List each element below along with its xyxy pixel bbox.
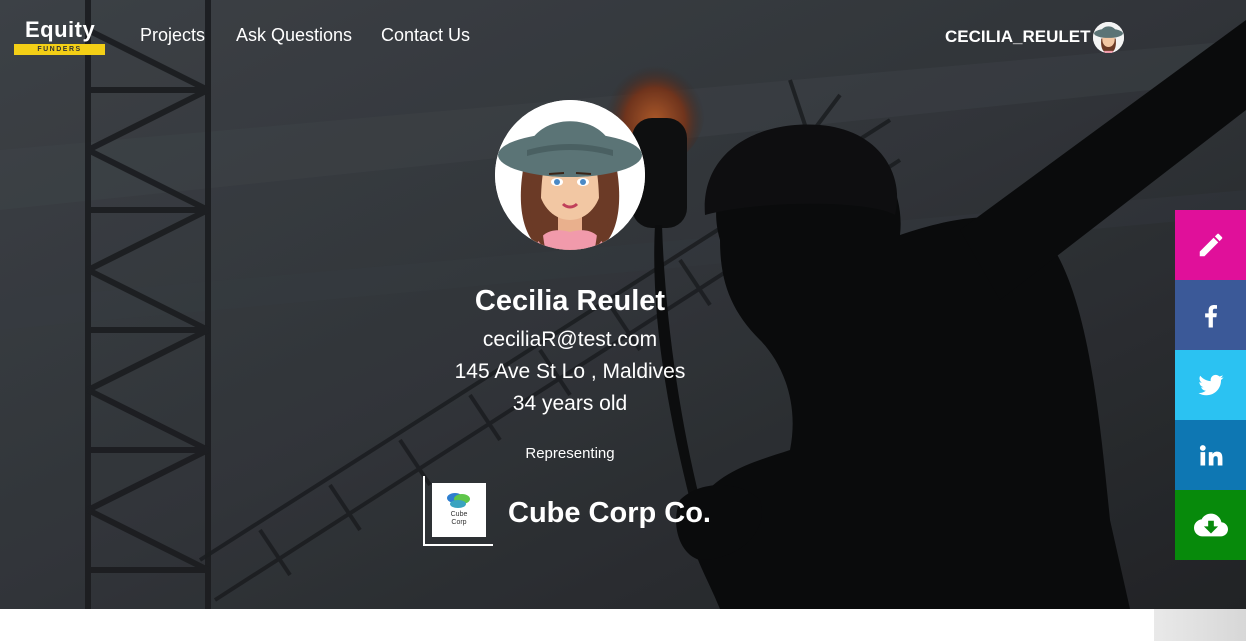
user-avatar[interactable]	[1093, 22, 1124, 53]
linkedin-icon	[1199, 445, 1222, 466]
logo-text: Equity	[25, 17, 96, 42]
download-button[interactable]	[1175, 490, 1246, 560]
nav-link-ask-questions[interactable]: Ask Questions	[236, 24, 352, 46]
nav-link-contact-us[interactable]: Contact Us	[381, 24, 470, 46]
profile-name: Cecilia Reulet	[474, 285, 666, 317]
logo-subtext: FUNDERS	[14, 44, 105, 55]
company-card[interactable]: Cube Corp Cube Corp Co.	[423, 476, 723, 546]
profile-email: ceciliaR@test.com	[482, 328, 658, 351]
nav-link-projects[interactable]: Projects	[140, 24, 205, 46]
profile-address: 145 Ave St Lo , Maldives	[454, 360, 686, 383]
linkedin-share-button[interactable]	[1175, 420, 1246, 490]
user-menu-name[interactable]: CECILIA_REULET	[945, 26, 1090, 48]
svg-text:Cube: Cube	[451, 511, 468, 518]
pencil-icon	[1199, 233, 1222, 257]
company-logo: Cube Corp	[432, 483, 486, 537]
edit-profile-button[interactable]	[1175, 210, 1246, 280]
svg-text:Corp: Corp	[451, 519, 466, 526]
user-avatar-image	[1093, 22, 1124, 53]
cube-corp-logo-icon: Cube Corp	[432, 483, 486, 537]
content-area-top	[0, 609, 1246, 641]
facebook-share-button[interactable]	[1175, 280, 1246, 350]
profile-avatar-image	[495, 100, 645, 250]
equity-funders-logo[interactable]: Equity FUNDERS	[14, 17, 106, 55]
representing-label: Representing	[525, 445, 615, 462]
company-name: Cube Corp Co.	[508, 497, 711, 529]
profile-age: 34 years old	[512, 392, 628, 415]
facebook-icon	[1204, 305, 1217, 328]
cloud-download-icon	[1193, 513, 1228, 537]
scrollbar-shade	[1154, 609, 1246, 641]
profile-avatar	[495, 100, 645, 250]
twitter-share-button[interactable]	[1175, 350, 1246, 420]
twitter-icon	[1198, 374, 1223, 396]
